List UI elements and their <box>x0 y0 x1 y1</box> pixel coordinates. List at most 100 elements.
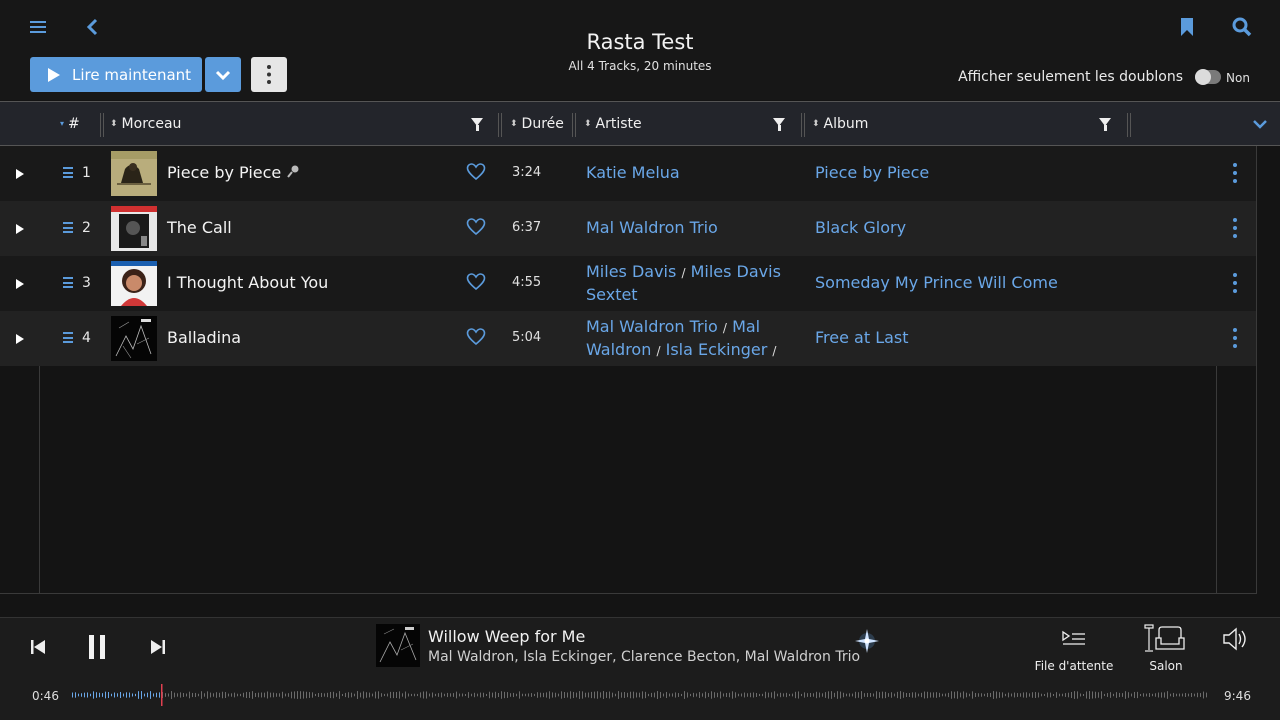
artist-filter-icon[interactable] <box>773 118 785 131</box>
play-now-button[interactable]: Lire maintenant <box>30 57 202 92</box>
track-duration: 5:04 <box>512 330 542 345</box>
play-track-icon[interactable] <box>16 224 24 234</box>
queue-label[interactable]: File d'attente <box>1030 659 1118 673</box>
kebab-icon <box>267 65 271 84</box>
play-icon <box>48 67 60 82</box>
elapsed-time: 0:46 <box>32 689 59 703</box>
artist-link[interactable]: Mal Waldron Trio <box>586 218 718 237</box>
album-art <box>111 316 157 361</box>
total-time: 9:46 <box>1224 689 1251 703</box>
track-list: 1 Piece by Piece 3:24 Katie Melua Piece … <box>0 146 1256 594</box>
track-artist: Mal Waldron Trio <box>586 217 786 239</box>
artist-link[interactable]: Miles Davis <box>691 262 781 281</box>
track-title[interactable]: Piece by Piece <box>167 163 300 182</box>
column-artist[interactable]: ⬍ Artiste <box>584 116 642 132</box>
column-track[interactable]: ⬍ Morceau <box>110 116 181 132</box>
drag-handle-icon[interactable] <box>63 277 73 288</box>
lyrics-icon <box>287 165 299 178</box>
artist-link[interactable]: Waldron <box>586 340 651 359</box>
play-track-icon[interactable] <box>16 169 24 179</box>
track-title[interactable]: I Thought About You <box>167 273 328 292</box>
drag-handle-icon[interactable] <box>63 222 73 233</box>
artist-link[interactable]: Mal Waldron Trio <box>586 317 718 336</box>
column-album[interactable]: ⬍ Album <box>812 116 868 132</box>
album-art <box>111 261 157 306</box>
zone-label[interactable]: Salon <box>1136 659 1196 673</box>
column-duration[interactable]: ⬍ Durée <box>510 116 564 132</box>
play-options-dropdown[interactable] <box>205 57 241 92</box>
track-artist: Katie Melua <box>586 162 786 184</box>
album-link[interactable]: Black Glory <box>815 218 906 237</box>
play-track-icon[interactable] <box>16 279 24 289</box>
queue-icon[interactable] <box>1061 628 1087 650</box>
table-row[interactable]: 1 Piece by Piece 3:24 Katie Melua Piece … <box>0 146 1256 201</box>
column-number[interactable]: ▾ # <box>60 116 80 132</box>
list-divider <box>1256 146 1257 594</box>
row-kebab-icon[interactable] <box>1233 218 1239 242</box>
column-header-bar: ▾ # ⬍ Morceau ⬍ Durée ⬍ Artiste ⬍ Album <box>0 101 1280 146</box>
track-title[interactable]: The Call <box>167 218 232 237</box>
chevron-down-icon <box>215 70 231 81</box>
column-separator[interactable] <box>498 113 502 137</box>
bookmark-icon[interactable] <box>1178 16 1196 38</box>
more-options-button[interactable] <box>251 57 287 92</box>
sparkle-icon[interactable] <box>852 626 882 656</box>
album-link[interactable]: Piece by Piece <box>815 163 929 182</box>
album-filter-icon[interactable] <box>1099 118 1111 131</box>
header: Rasta Test All 4 Tracks, 20 minutes Lire… <box>0 0 1280 100</box>
artist-separator: / <box>656 344 661 358</box>
row-kebab-icon[interactable] <box>1233 273 1239 297</box>
row-kebab-icon[interactable] <box>1233 328 1239 352</box>
duplicates-toggle[interactable] <box>1195 69 1221 85</box>
volume-icon[interactable] <box>1221 626 1249 652</box>
duplicates-filter-label: Afficher seulement les doublons <box>958 69 1183 85</box>
column-separator[interactable] <box>1127 113 1131 137</box>
zone-armchair-icon[interactable] <box>1143 624 1189 654</box>
column-separator[interactable] <box>100 113 104 137</box>
artist-link[interactable]: Katie Melua <box>586 163 680 182</box>
drag-handle-icon[interactable] <box>63 167 73 178</box>
previous-track-icon[interactable] <box>28 636 48 658</box>
playhead[interactable] <box>161 684 163 706</box>
track-filter-icon[interactable] <box>471 118 483 131</box>
track-number: 2 <box>82 220 91 236</box>
album-art <box>111 151 157 196</box>
play-track-icon[interactable] <box>16 334 24 344</box>
album-link[interactable]: Someday My Prince Will Come <box>815 273 1058 292</box>
album-art <box>111 206 157 251</box>
drag-handle-icon[interactable] <box>63 332 73 343</box>
artist-link[interactable]: Sextet <box>586 285 638 304</box>
artist-separator: / <box>681 266 686 280</box>
track-duration: 6:37 <box>512 220 542 235</box>
toggle-knob <box>1195 69 1211 85</box>
table-row[interactable]: 2 The Call 6:37 Mal Waldron Trio Black G… <box>0 201 1256 256</box>
column-separator[interactable] <box>801 113 805 137</box>
table-row[interactable]: 3 I Thought About You 4:55 Miles Davis /… <box>0 256 1256 311</box>
artist-link[interactable]: Isla Eckinger <box>666 340 768 359</box>
now-playing-title[interactable]: Willow Weep for Me <box>428 627 585 646</box>
progress-waveform[interactable] <box>72 684 1208 706</box>
track-duration: 4:55 <box>512 275 542 290</box>
favorite-heart-icon[interactable] <box>466 218 486 236</box>
artist-separator: / <box>722 321 727 335</box>
favorite-heart-icon[interactable] <box>466 273 486 291</box>
favorite-heart-icon[interactable] <box>466 163 486 181</box>
track-duration: 3:24 <box>512 165 542 180</box>
column-options-chevron-icon[interactable] <box>1250 116 1270 132</box>
artist-link[interactable]: Mal <box>732 317 760 336</box>
now-playing-album-art <box>376 624 420 667</box>
track-title[interactable]: Balladina <box>167 328 241 347</box>
table-row[interactable]: 4 Balladina 5:04 Mal Waldron Trio / Mal … <box>0 311 1256 366</box>
album-link[interactable]: Free at Last <box>815 328 909 347</box>
now-playing-bar: Willow Weep for Me Mal Waldron, Isla Eck… <box>0 617 1280 720</box>
search-icon[interactable] <box>1230 15 1254 39</box>
artist-separator: / <box>772 344 777 358</box>
favorite-heart-icon[interactable] <box>466 328 486 346</box>
artist-link[interactable]: Miles Davis <box>586 262 676 281</box>
play-now-label: Lire maintenant <box>72 65 192 84</box>
column-separator[interactable] <box>572 113 576 137</box>
next-track-icon[interactable] <box>148 636 168 658</box>
pause-icon[interactable] <box>84 632 110 662</box>
row-kebab-icon[interactable] <box>1233 163 1239 187</box>
now-playing-artists[interactable]: Mal Waldron, Isla Eckinger, Clarence Bec… <box>428 649 860 665</box>
